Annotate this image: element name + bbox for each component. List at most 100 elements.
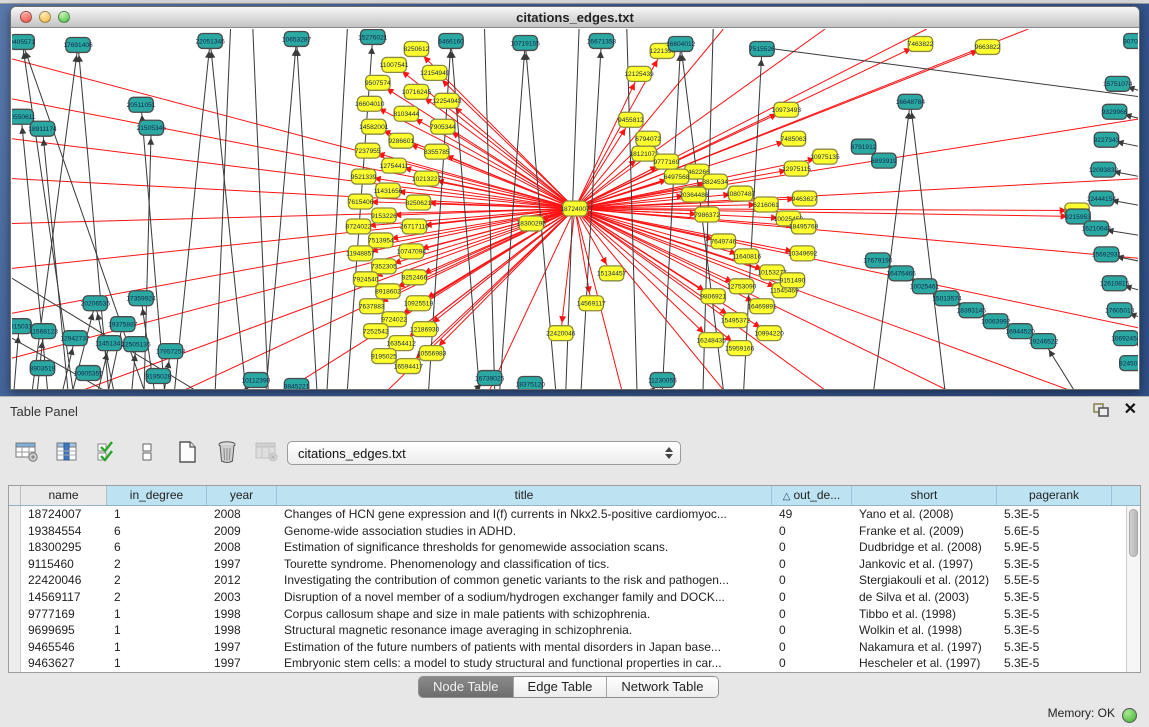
graph-node[interactable]: 14569117 [577, 296, 606, 311]
graph-node[interactable]: 20364486 [679, 187, 709, 202]
table-cell[interactable]: 18724007 [21, 506, 107, 523]
graph-node[interactable]: 15959166 [725, 341, 755, 356]
graph-node[interactable]: 11007541 [380, 57, 409, 72]
graph-node[interactable]: 8250612 [404, 41, 430, 56]
scrollbar-thumb[interactable] [1129, 509, 1138, 557]
graph-node[interactable]: 19375887 [108, 317, 138, 332]
delete-column-icon[interactable] [214, 439, 240, 465]
table-cell[interactable]: 0 [772, 523, 852, 540]
graph-node[interactable]: 9329966 [1102, 104, 1128, 119]
network-window[interactable]: citations_edges.txt 82506121100754112154… [10, 6, 1140, 390]
graph-node[interactable]: 12753090 [727, 279, 757, 294]
graph-node[interactable]: 9151490 [780, 273, 806, 288]
table-cell[interactable]: Jankovic et al. (1997) [852, 556, 997, 573]
table-row[interactable]: 1456911722003Disruption of a novel membe… [9, 589, 1126, 606]
graph-node[interactable]: 12754411 [380, 158, 409, 173]
graph-node[interactable]: 9153226 [371, 208, 397, 223]
table-cell[interactable]: Changes of HCN gene expression and I(f) … [277, 506, 772, 523]
graph-node[interactable]: 12093832 [1089, 162, 1119, 177]
table-cell[interactable]: 22420046 [21, 572, 107, 589]
graph-node[interactable]: 9070005 [1123, 33, 1138, 48]
graph-node[interactable]: 7905344 [430, 119, 456, 134]
graph-node[interactable]: 18911174 [28, 121, 57, 136]
graph-node[interactable]: 9845221 [284, 379, 310, 389]
table-cell[interactable]: 0 [772, 539, 852, 556]
graph-node[interactable]: 9463627 [792, 191, 818, 206]
table-row[interactable]: 1872400712008Changes of HCN gene express… [9, 506, 1126, 523]
graph-node[interactable]: 17679190 [863, 253, 893, 268]
table-cell[interactable]: 1998 [207, 622, 277, 639]
network-window-titlebar[interactable]: citations_edges.txt [11, 7, 1139, 28]
table-cell[interactable]: Dudbridge et al. (2008) [852, 539, 997, 556]
graph-node[interactable]: 10905355 [74, 366, 104, 381]
column-header-in-degree[interactable]: in_degree [107, 486, 207, 505]
graph-node[interactable]: 10556983 [417, 346, 447, 361]
graph-node[interactable]: 15276021 [358, 29, 388, 44]
network-canvas[interactable]: 8250612110075411215494995075741071624512… [12, 29, 1138, 389]
graph-node[interactable]: 16594417 [394, 359, 424, 374]
graph-node[interactable]: 10653287 [282, 31, 312, 46]
table-cell[interactable]: 0 [772, 639, 852, 656]
table-cell[interactable]: 2 [107, 556, 207, 573]
graph-node[interactable]: 9405571 [12, 34, 35, 49]
table-cell[interactable]: 6 [107, 523, 207, 540]
graph-node[interactable]: 8791912 [851, 139, 877, 154]
graph-node[interactable]: 9252466 [402, 270, 428, 285]
graph-node[interactable]: 9195028 [145, 369, 171, 384]
table-cell[interactable]: 1 [107, 606, 207, 623]
graph-node[interactable]: 15751074 [1103, 76, 1133, 91]
graph-node[interactable]: 8250621 [406, 195, 432, 210]
graph-node[interactable]: 10747094 [397, 244, 427, 259]
graph-node[interactable]: 10349692 [788, 246, 818, 261]
graph-node[interactable]: 26717110 [400, 219, 429, 234]
table-cell[interactable]: 9777169 [21, 606, 107, 623]
graph-node[interactable]: 7649746 [711, 234, 737, 249]
tab-node-table[interactable]: Node Table [419, 677, 514, 697]
delete-table-disabled-icon[interactable] [254, 439, 280, 465]
graph-node[interactable]: 18300295 [517, 216, 547, 231]
table-cell[interactable]: 9463627 [21, 655, 107, 672]
table-options-icon[interactable] [14, 439, 40, 465]
table-cell[interactable]: 1997 [207, 639, 277, 656]
graph-node[interactable]: 10975135 [810, 149, 840, 164]
graph-node[interactable]: 16648784 [896, 94, 926, 109]
graph-node[interactable]: 9286601 [388, 133, 414, 148]
graph-node[interactable]: 18393145 [957, 303, 987, 318]
graph-node[interactable]: 9806921 [700, 289, 726, 304]
graph-node[interactable]: 12942737 [60, 331, 90, 346]
graph-node[interactable]: 18375120 [516, 377, 546, 389]
graph-node[interactable]: 6893919 [871, 153, 897, 168]
table-cell[interactable]: 5.5E-5 [997, 572, 1112, 589]
graph-node[interactable]: 15495372 [721, 313, 751, 328]
graph-node[interactable]: 16671358 [587, 33, 617, 48]
table-cell[interactable]: Wolkin et al. (1998) [852, 622, 997, 639]
column-header-year[interactable]: year [207, 486, 277, 505]
table-cell[interactable]: 1 [107, 506, 207, 523]
graph-node[interactable]: 19246522 [1029, 334, 1059, 349]
graph-node[interactable]: 16210643 [1082, 221, 1112, 236]
graph-node[interactable]: 17691406 [63, 37, 93, 52]
table-cell[interactable]: Franke et al. (2009) [852, 523, 997, 540]
graph-node[interactable]: 15692931 [1092, 247, 1122, 262]
table-cell[interactable]: Genome-wide association studies in ADHD. [277, 523, 772, 540]
table-cell[interactable]: 5.3E-5 [997, 655, 1112, 672]
graph-node[interactable]: 12254943 [432, 93, 462, 108]
graph-node[interactable]: 17359924 [126, 291, 156, 306]
graph-node[interactable]: 7237955 [355, 143, 381, 158]
graph-node[interactable]: 22051346 [195, 33, 225, 48]
graph-node[interactable]: 9455812 [618, 112, 644, 127]
table-cell[interactable]: 1997 [207, 655, 277, 672]
graph-node[interactable]: 6794072 [635, 131, 661, 146]
table-cell[interactable]: Structural magnetic resonance image aver… [277, 622, 772, 639]
table-cell[interactable]: 18300295 [21, 539, 107, 556]
graph-node[interactable]: 20206535 [81, 296, 111, 311]
table-cell[interactable]: 5.3E-5 [997, 589, 1112, 606]
table-row[interactable]: 977716911998Corpus callosum shape and si… [9, 606, 1126, 623]
graph-node[interactable]: 22420046 [546, 326, 576, 341]
table-cell[interactable]: 14569117 [21, 589, 107, 606]
graph-node[interactable]: 9663822 [975, 39, 1001, 54]
table-cell[interactable]: 49 [772, 506, 852, 523]
column-header-pagerank[interactable]: pagerank [997, 486, 1112, 505]
graph-node[interactable]: 6216061 [753, 197, 779, 212]
graph-node[interactable]: 9195025 [371, 349, 397, 364]
